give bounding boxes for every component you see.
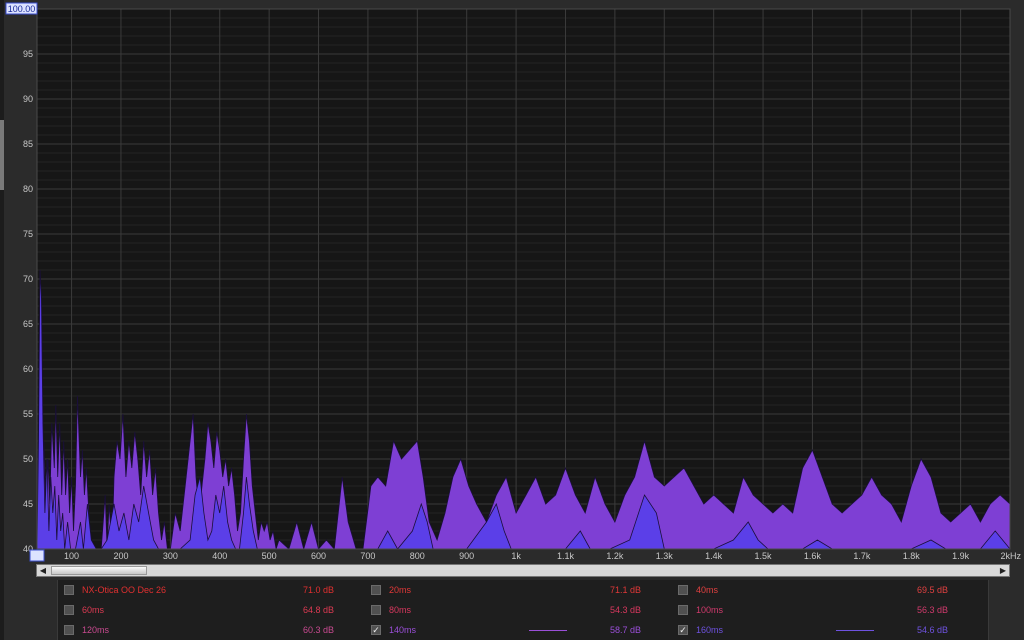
x-tick-label: 1.3k: [656, 551, 674, 561]
legend-item: ✓ 140ms 58.7 dB: [371, 622, 671, 638]
legend-item: 40ms 69.5 dB: [678, 582, 978, 598]
legend-item: 20ms 71.1 dB: [371, 582, 671, 598]
x-tick-label: 1.4k: [705, 551, 723, 561]
x-tick-label: 1.6k: [804, 551, 822, 561]
legend-checkbox[interactable]: [64, 625, 74, 635]
legend-value: 60.3 dB: [302, 625, 334, 635]
scroll-thumb[interactable]: [51, 566, 147, 575]
legend-checkbox[interactable]: [678, 605, 688, 615]
scroll-right-arrow-icon[interactable]: ▶: [997, 565, 1009, 576]
legend-panel: NX-Otica OO Dec 26 71.0 dB 20ms 71.1 dB 40ms…: [57, 580, 989, 640]
x-tick-label: 700: [360, 551, 375, 561]
legend-item: 60ms 64.8 dB: [64, 602, 364, 618]
x-tick-label: 200: [113, 551, 128, 561]
x-first-label-box: [29, 549, 45, 562]
legend-item: 120ms 60.3 dB: [64, 622, 364, 638]
legend-label: 60ms: [82, 605, 105, 615]
legend-value: 64.8 dB: [302, 605, 334, 615]
x-tick-label: 800: [410, 551, 425, 561]
legend-checkbox[interactable]: [64, 585, 74, 595]
y-tick-label: 55: [23, 409, 33, 419]
legend-value: 58.7 dB: [609, 625, 641, 635]
legend-value: 54.3 dB: [609, 605, 641, 615]
legend-value: 54.6 dB: [916, 625, 948, 635]
x-tick-label: 1.5k: [755, 551, 773, 561]
legend-checkbox[interactable]: ✓: [678, 625, 688, 635]
y-tick-label: 75: [23, 229, 33, 239]
legend-checkbox[interactable]: [371, 605, 381, 615]
y-tick-label: 85: [23, 139, 33, 149]
legend-value: 71.1 dB: [609, 585, 641, 595]
y-tick-label: 95: [23, 49, 33, 59]
horizontal-scrollbar[interactable]: ◀ ▶: [36, 564, 1010, 577]
x-tick-label: 1.7k: [853, 551, 871, 561]
x-tick-label: 1.8k: [903, 551, 921, 561]
legend-label: 160ms: [696, 625, 724, 635]
legend-label: 140ms: [389, 625, 417, 635]
legend-label: 20ms: [389, 585, 412, 595]
y-tick-label: 70: [23, 274, 33, 284]
legend-label: 120ms: [82, 625, 110, 635]
x-tick-label: 1k: [511, 551, 521, 561]
x-tick-label: 600: [311, 551, 326, 561]
x-tick-label: 1.1k: [557, 551, 575, 561]
y-tick-label: 65: [23, 319, 33, 329]
legend-checkbox[interactable]: [678, 585, 688, 595]
x-tick-label: 1.2k: [606, 551, 624, 561]
y-tick-label: 50: [23, 454, 33, 464]
legend-label: 100ms: [696, 605, 724, 615]
legend-label: 80ms: [389, 605, 412, 615]
legend-item: ✓ 160ms 54.6 dB: [678, 622, 978, 638]
y-tick-label: 90: [23, 94, 33, 104]
legend-checkbox[interactable]: [371, 585, 381, 595]
y-top-label: 100.00: [8, 4, 36, 14]
legend-item: 100ms 56.3 dB: [678, 602, 978, 618]
legend-value: 71.0 dB: [302, 585, 334, 595]
scroll-left-arrow-icon[interactable]: ◀: [37, 565, 49, 576]
x-tick-label: 300: [163, 551, 178, 561]
spectrum-chart: 959085807570656055504540 301002003004005…: [5, 2, 1021, 562]
y-tick-label: 45: [23, 499, 33, 509]
legend-checkbox[interactable]: ✓: [371, 625, 381, 635]
legend-checkbox[interactable]: [64, 605, 74, 615]
legend-value: 56.3 dB: [916, 605, 948, 615]
legend-line-swatch: [529, 630, 567, 631]
x-tick-label: 400: [212, 551, 227, 561]
legend-label: 40ms: [696, 585, 719, 595]
legend-item: NX-Otica OO Dec 26 71.0 dB: [64, 582, 364, 598]
y-tick-label: 80: [23, 184, 33, 194]
y-tick-label: 60: [23, 364, 33, 374]
legend-line-swatch: [836, 630, 874, 631]
legend-label: NX-Otica OO Dec 26: [82, 585, 167, 595]
x-tick-label: 900: [459, 551, 474, 561]
x-tick-label: 100: [64, 551, 79, 561]
x-tick-label: 2kHz: [1000, 551, 1021, 561]
legend-value: 69.5 dB: [916, 585, 948, 595]
legend-item: 80ms 54.3 dB: [371, 602, 671, 618]
x-tick-label: 1.9k: [952, 551, 970, 561]
x-tick-label: 500: [262, 551, 277, 561]
